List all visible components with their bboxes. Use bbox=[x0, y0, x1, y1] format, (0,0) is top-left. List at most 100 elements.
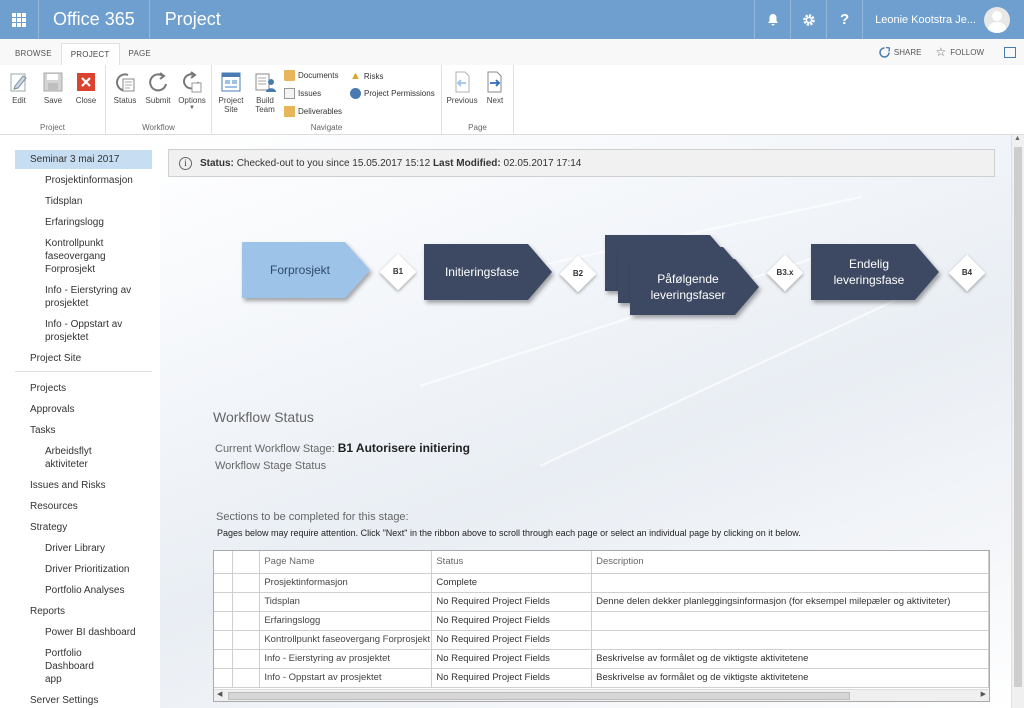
nav-item-portfolio-dashboard[interactable]: Portfolio Dashboard app bbox=[0, 647, 110, 686]
left-navigation: Seminar 3 mai 2017 Prosjektinformasjon T… bbox=[0, 135, 160, 708]
page-name-cell[interactable]: Kontrollpunkt faseovergang Forprosjekt bbox=[259, 630, 433, 650]
grid-header-indicator bbox=[232, 551, 261, 574]
table-row[interactable]: Info - Oppstart av prosjektet No Require… bbox=[214, 668, 989, 688]
nav-item-oppstart[interactable]: Info - Oppstart av prosjektet bbox=[0, 318, 135, 344]
table-row[interactable]: Erfaringslogg No Required Project Fields bbox=[214, 611, 989, 631]
share-button[interactable]: SHARE bbox=[879, 46, 921, 58]
table-row[interactable]: Kontrollpunkt faseovergang Forprosjekt N… bbox=[214, 630, 989, 650]
next-label: Next bbox=[486, 96, 504, 105]
nav-item-driver-library[interactable]: Driver Library bbox=[0, 542, 160, 555]
status-cell: No Required Project Fields bbox=[431, 592, 593, 612]
sections-note: Pages below may require attention. Click… bbox=[217, 528, 801, 538]
project-site-label-2: Site bbox=[224, 105, 238, 114]
tab-project[interactable]: PROJECT bbox=[60, 43, 120, 65]
nav-item-resources[interactable]: Resources bbox=[0, 500, 160, 513]
build-team-icon bbox=[254, 71, 276, 93]
nav-item-projects[interactable]: Projects bbox=[0, 382, 160, 395]
build-team-button[interactable]: Build Team bbox=[250, 71, 280, 114]
grid-header-status[interactable]: Status bbox=[431, 551, 593, 574]
grid-header-description[interactable]: Description bbox=[591, 551, 989, 574]
stage-initieringsfase[interactable]: Initieringsfase bbox=[424, 244, 552, 300]
page-name-cell[interactable]: Tidsplan bbox=[259, 592, 433, 612]
stage-forprosjekt[interactable]: Forprosjekt bbox=[242, 242, 370, 298]
edit-button[interactable]: Edit bbox=[4, 71, 34, 105]
page-name-cell[interactable]: Erfaringslogg bbox=[259, 611, 433, 631]
gate-label: B3.x bbox=[776, 268, 794, 277]
description-cell bbox=[591, 573, 989, 593]
bell-icon[interactable] bbox=[754, 0, 790, 39]
grid-header-page-name[interactable]: Page Name bbox=[259, 551, 433, 574]
nav-item-approvals[interactable]: Approvals bbox=[0, 403, 160, 416]
page-name-cell[interactable]: Info - Eierstyring av prosjektet bbox=[259, 649, 433, 669]
info-icon: i bbox=[179, 156, 192, 170]
gate-label: B4 bbox=[961, 268, 973, 277]
follow-button[interactable]: ☆ FOLLOW bbox=[935, 45, 984, 59]
edit-icon bbox=[8, 71, 30, 93]
nav-item-eierstyring[interactable]: Info - Eierstyring av prosjektet bbox=[0, 284, 140, 310]
nav-divider bbox=[15, 371, 152, 372]
next-button[interactable]: Next bbox=[480, 71, 510, 105]
description-cell bbox=[591, 630, 989, 650]
page-name-cell[interactable]: Prosjektinformasjon bbox=[259, 573, 433, 593]
submit-button[interactable]: Submit bbox=[143, 71, 173, 105]
page-vertical-scrollbar[interactable]: ▲ bbox=[1011, 135, 1024, 708]
gear-icon[interactable] bbox=[790, 0, 826, 39]
nav-item-issues-risks[interactable]: Issues and Risks bbox=[0, 479, 160, 492]
issues-icon bbox=[284, 88, 295, 99]
nav-item-power-bi[interactable]: Power BI dashboard bbox=[0, 626, 160, 639]
app-title[interactable]: Project bbox=[150, 9, 236, 30]
ribbon-group-project: Edit Save Close Project bbox=[0, 65, 106, 135]
user-name: Leonie Kootstra Je... bbox=[875, 13, 976, 26]
app-launcher-icon[interactable] bbox=[0, 0, 39, 39]
description-cell: Beskrivelse av formålet og de viktigste … bbox=[591, 668, 989, 688]
nav-item-reports[interactable]: Reports bbox=[0, 605, 160, 618]
documents-button[interactable]: Documents bbox=[284, 70, 338, 81]
status-text: Checked-out to you since 15.05.2017 15:1… bbox=[236, 157, 431, 169]
scroll-left-icon[interactable]: ◀ bbox=[217, 690, 222, 698]
table-row[interactable]: Prosjektinformasjon Complete bbox=[214, 573, 989, 593]
scroll-right-icon[interactable]: ▶ bbox=[981, 690, 986, 698]
office365-brand[interactable]: Office 365 bbox=[39, 0, 150, 39]
nav-item-strategy[interactable]: Strategy bbox=[0, 521, 160, 534]
status-button[interactable]: Status bbox=[110, 71, 140, 105]
risks-button[interactable]: ▲ Risks bbox=[350, 70, 383, 82]
grid-horizontal-scrollbar[interactable]: ◀ ▶ bbox=[214, 689, 989, 701]
close-button[interactable]: Close bbox=[71, 71, 101, 105]
table-row[interactable]: Tidsplan No Required Project Fields Denn… bbox=[214, 592, 989, 612]
options-button[interactable]: Options ▼ bbox=[177, 71, 207, 112]
nav-item-project-site[interactable]: Project Site bbox=[0, 352, 160, 365]
issues-label: Issues bbox=[298, 89, 322, 98]
help-icon[interactable]: ? bbox=[826, 0, 862, 39]
save-button[interactable]: Save bbox=[38, 71, 68, 105]
nav-item-tidsplan[interactable]: Tidsplan bbox=[0, 195, 160, 208]
table-row[interactable]: Info - Eierstyring av prosjektet No Requ… bbox=[214, 649, 989, 669]
stage-status: Workflow Stage Status bbox=[215, 460, 327, 472]
ribbon-group-workflow: Status Submit Options ▼ Workflow bbox=[106, 65, 212, 135]
project-site-button[interactable]: Project Site bbox=[216, 71, 246, 114]
nav-item-server-settings[interactable]: Server Settings bbox=[0, 694, 160, 707]
scrollbar-thumb[interactable] bbox=[228, 692, 850, 700]
issues-button[interactable]: Issues bbox=[284, 88, 321, 99]
nav-item-erfaringslogg[interactable]: Erfaringslogg bbox=[0, 216, 160, 229]
avatar[interactable] bbox=[984, 6, 1010, 33]
stage-paafolgende[interactable]: Påfølgende leveringsfaser bbox=[630, 259, 758, 315]
nav-item-prosjektinformasjon[interactable]: Prosjektinformasjon bbox=[0, 174, 160, 187]
nav-item-seminar[interactable]: Seminar 3 mai 2017 bbox=[15, 150, 152, 169]
focus-content-icon[interactable] bbox=[1004, 46, 1016, 58]
page-name-cell[interactable]: Info - Oppstart av prosjektet bbox=[259, 668, 433, 688]
deliverables-button[interactable]: Deliverables bbox=[284, 106, 342, 117]
nav-item-arbeidsflyt[interactable]: Arbeidsflyt aktiviteter bbox=[0, 445, 110, 471]
nav-item-tasks[interactable]: Tasks bbox=[0, 424, 160, 437]
scroll-up-icon[interactable]: ▲ bbox=[1014, 135, 1021, 142]
stage-endelig[interactable]: Endelig leveringsfase bbox=[811, 244, 939, 300]
nav-item-driver-prioritization[interactable]: Driver Prioritization bbox=[0, 563, 160, 576]
project-permissions-button[interactable]: Project Permissions bbox=[350, 88, 435, 99]
nav-item-kontrollpunkt[interactable]: Kontrollpunkt faseovergang Forprosjekt bbox=[0, 237, 125, 276]
tab-page[interactable]: PAGE bbox=[120, 43, 160, 65]
tab-browse[interactable]: BROWSE bbox=[6, 43, 61, 65]
nav-item-portfolio-analyses[interactable]: Portfolio Analyses bbox=[0, 584, 160, 597]
scrollbar-thumb[interactable] bbox=[1014, 147, 1022, 687]
previous-button[interactable]: Previous bbox=[446, 71, 478, 105]
star-icon: ☆ bbox=[935, 45, 947, 59]
user-menu[interactable]: Leonie Kootstra Je... bbox=[862, 0, 1024, 39]
